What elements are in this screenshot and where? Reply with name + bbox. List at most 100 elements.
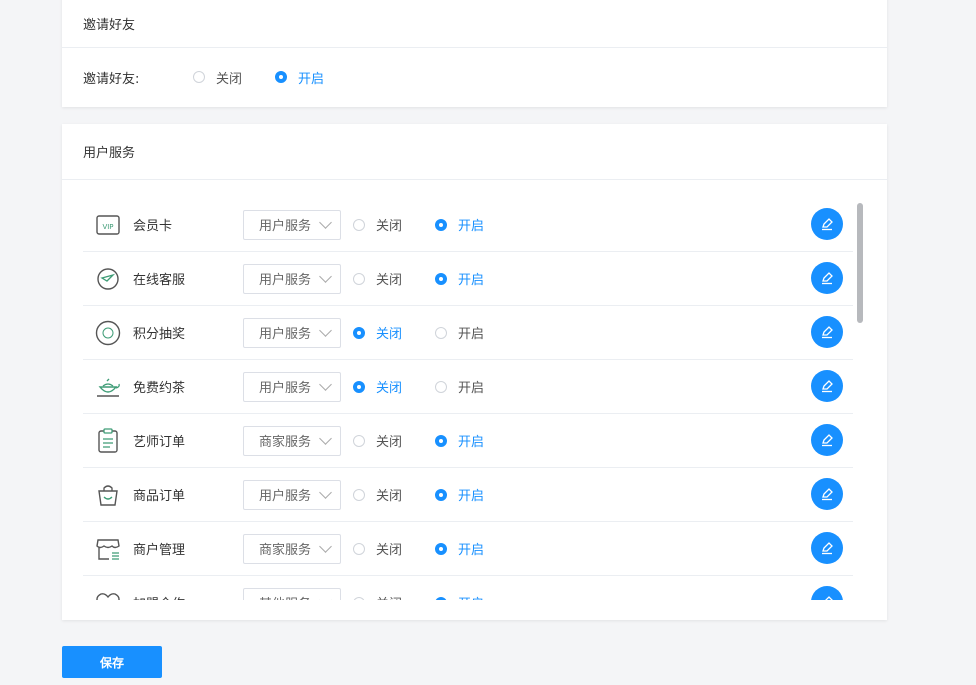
invite-row: 邀请好友: 关闭 开启: [62, 48, 887, 106]
select-value: 用户服务: [259, 219, 312, 234]
radio-label: 开启: [458, 273, 485, 288]
service-name: 艺师订单: [133, 435, 186, 450]
service-name: 积分抽奖: [133, 327, 186, 342]
edit-button[interactable]: [811, 208, 843, 240]
service-on-radio[interactable]: 开启: [435, 593, 484, 600]
service-category-select[interactable]: 商家服务: [243, 425, 341, 456]
radio-circle-icon: [353, 542, 365, 555]
service-off-radio[interactable]: 关闭: [353, 215, 435, 234]
svg-text:VIP: VIP: [102, 223, 113, 231]
pencil-icon: [820, 595, 834, 600]
radio-circle-icon: [353, 434, 365, 447]
service-radio-group: 关闭 开启: [353, 539, 484, 558]
radio-circle-icon: [353, 218, 365, 231]
service-category-select[interactable]: 其他服务: [243, 587, 341, 600]
service-on-radio[interactable]: 开启: [435, 485, 484, 504]
radio-circle-icon: [353, 272, 365, 285]
service-category-select[interactable]: 用户服务: [243, 263, 341, 294]
services-card: 用户服务 VIP 会员卡 用户服务 关闭 开启 在线客服 用户服务 关闭 开启 …: [62, 124, 887, 620]
service-off-radio[interactable]: 关闭: [353, 539, 435, 558]
store-icon: [95, 536, 121, 562]
service-on-radio[interactable]: 开启: [435, 431, 484, 450]
chevron-down-icon: [319, 431, 332, 445]
invite-on-radio[interactable]: 开启: [275, 68, 324, 87]
select-value: 其他服务: [259, 593, 311, 600]
edit-button[interactable]: [811, 370, 843, 402]
service-off-radio[interactable]: 关闭: [353, 485, 435, 504]
service-category-select[interactable]: 用户服务: [243, 479, 341, 510]
service-on-radio[interactable]: 开启: [435, 269, 484, 288]
radio-circle-icon: [193, 71, 205, 83]
radio-label: 关闭: [376, 593, 402, 600]
radio-label: 关闭: [216, 71, 243, 87]
shopping-bag-icon: [95, 482, 121, 508]
pencil-icon: [820, 487, 834, 501]
edit-button[interactable]: [811, 262, 843, 294]
pencil-icon: [820, 271, 834, 285]
chevron-down-icon: [319, 539, 332, 553]
edit-button[interactable]: [811, 586, 843, 600]
radio-label: 开启: [458, 381, 485, 396]
select-value: 商家服务: [259, 435, 312, 450]
service-radio-group: 关闭 开启: [353, 269, 484, 288]
service-category-select[interactable]: 用户服务: [243, 371, 341, 402]
radio-circle-icon: [275, 71, 287, 83]
save-button[interactable]: 保存: [62, 646, 162, 678]
radio-label: 关闭: [376, 435, 403, 450]
pencil-icon: [820, 541, 834, 555]
radio-label: 开启: [458, 543, 485, 558]
radio-label: 开启: [458, 489, 485, 504]
service-name: 免费约茶: [133, 381, 186, 396]
service-name: 在线客服: [133, 273, 186, 288]
service-category-select[interactable]: 用户服务: [243, 317, 341, 348]
service-radio-group: 关闭 开启: [353, 593, 484, 600]
service-category-select[interactable]: 用户服务: [243, 209, 341, 240]
service-on-radio[interactable]: 开启: [435, 215, 484, 234]
edit-button[interactable]: [811, 478, 843, 510]
edit-button[interactable]: [811, 532, 843, 564]
radio-circle-icon: [435, 326, 447, 339]
invite-label: 邀请好友:: [83, 71, 140, 87]
services-scrollbar[interactable]: [857, 203, 863, 323]
radio-label: 关闭: [376, 327, 403, 342]
invite-radio-group: 关闭 开启: [193, 68, 324, 87]
service-on-radio[interactable]: 开启: [435, 323, 484, 342]
service-radio-group: 关闭 开启: [353, 215, 484, 234]
service-off-radio[interactable]: 关闭: [353, 323, 435, 342]
clipboard-icon: [95, 427, 121, 454]
pencil-icon: [820, 379, 834, 393]
handshake-heart-icon: [95, 590, 121, 600]
chevron-down-icon: [319, 269, 332, 283]
radio-label: 关闭: [376, 219, 403, 234]
service-off-radio[interactable]: 关闭: [353, 593, 435, 600]
vip-card-icon: VIP: [95, 212, 121, 238]
services-list: VIP 会员卡 用户服务 关闭 开启 在线客服 用户服务 关闭 开启 积分抽奖 …: [83, 198, 853, 600]
service-row: 积分抽奖 用户服务 关闭 开启: [83, 306, 853, 360]
service-name: 加盟合作: [133, 593, 243, 600]
radio-label: 关闭: [376, 489, 403, 504]
select-value: 用户服务: [259, 327, 312, 342]
chevron-down-icon: [319, 485, 332, 499]
radio-circle-icon: [353, 326, 365, 339]
chevron-down-icon: [319, 215, 332, 229]
service-off-radio[interactable]: 关闭: [353, 269, 435, 288]
radio-circle-icon: [435, 434, 447, 447]
pencil-icon: [820, 433, 834, 447]
service-on-radio[interactable]: 开启: [435, 539, 484, 558]
edit-button[interactable]: [811, 424, 843, 456]
service-radio-group: 关闭 开启: [353, 485, 484, 504]
service-off-radio[interactable]: 关闭: [353, 431, 435, 450]
service-off-radio[interactable]: 关闭: [353, 377, 435, 396]
chevron-down-icon: [319, 593, 332, 600]
radio-label: 开启: [458, 219, 485, 234]
chevron-down-icon: [319, 323, 332, 337]
invite-off-radio[interactable]: 关闭: [193, 68, 275, 87]
service-name: 商品订单: [133, 489, 186, 504]
edit-button[interactable]: [811, 316, 843, 348]
service-on-radio[interactable]: 开启: [435, 377, 484, 396]
service-category-select[interactable]: 商家服务: [243, 533, 341, 564]
service-radio-group: 关闭 开启: [353, 431, 484, 450]
service-row: 商户管理 商家服务 关闭 开启: [83, 522, 853, 576]
select-value: 用户服务: [259, 273, 312, 288]
radio-label: 开启: [458, 593, 484, 600]
